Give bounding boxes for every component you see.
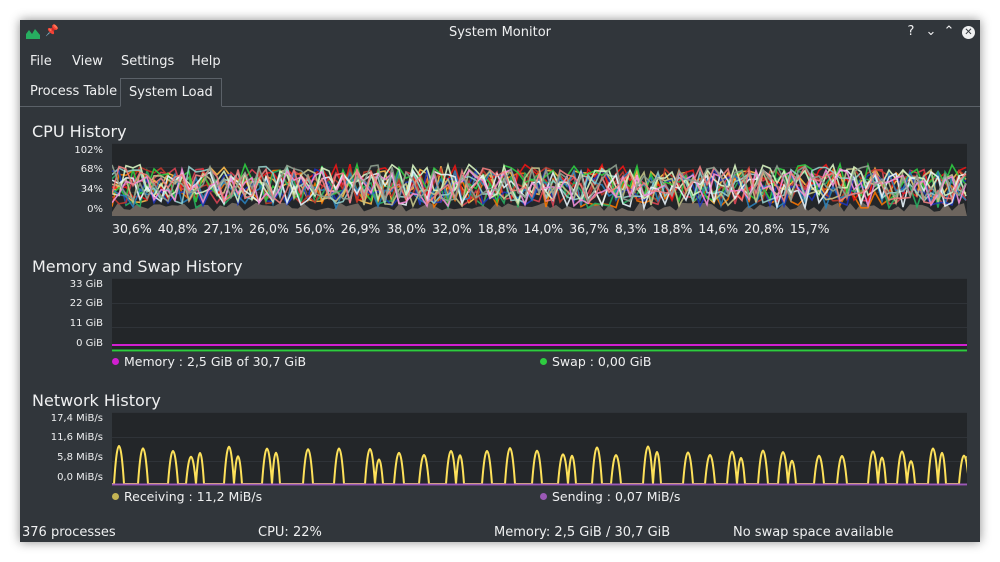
network-history-plot — [112, 412, 967, 486]
cpu-legend-item: 26,9% — [341, 221, 381, 236]
network-history-title: Network History — [32, 391, 161, 410]
cpu-legend-value: 26,0% — [249, 221, 289, 236]
close-button[interactable]: ✕ — [962, 26, 975, 39]
cpu-legend-item: 18,8% — [653, 221, 693, 236]
tab-process-table[interactable]: Process Table — [22, 78, 125, 105]
cpu-legend-value: 56,0% — [294, 221, 335, 236]
cpu-ytick: 102% — [74, 145, 103, 156]
cpu-legend-value: 14,0% — [523, 221, 564, 236]
cpu-legend-value: 27,1% — [203, 221, 244, 236]
swap-legend: Swap : 0,00 GiB — [540, 354, 651, 369]
cpu-legend-value: 38,0% — [386, 221, 427, 236]
cpu-legend-value: 36,7% — [569, 221, 609, 236]
window-title: System Monitor — [448, 25, 552, 40]
receiving-series-line — [112, 445, 967, 485]
receiving-legend: Receiving : 11,2 MiB/s — [112, 489, 262, 504]
cpu-legend-value: 30,6% — [112, 221, 152, 236]
sending-legend: Sending : 0,07 MiB/s — [540, 489, 680, 504]
cpu-legend-value: 15,7% — [789, 221, 830, 236]
cpu-legend-item: 14,6% — [698, 221, 738, 236]
status-bar: 376 processes CPU: 22% Memory: 2,5 GiB /… — [20, 522, 980, 542]
status-cpu: CPU: 22% — [258, 525, 322, 540]
menu-view[interactable]: View — [72, 54, 103, 69]
memory-ytick: 11 GiB — [69, 318, 103, 329]
cpu-legend-item: 15,7% — [790, 221, 830, 236]
receiving-legend-label: Receiving : 11,2 MiB/s — [124, 489, 263, 504]
status-memory: Memory: 2,5 GiB / 30,7 GiB — [494, 525, 671, 540]
cpu-legend-item: 56,0% — [295, 221, 335, 236]
status-processes: 376 processes — [22, 525, 116, 540]
maximize-button[interactable]: ⌃ — [942, 24, 956, 39]
cpu-legend-value: 40,8% — [157, 221, 198, 236]
menu-bar: File View Settings Help — [20, 48, 980, 74]
memory-ytick: 0 GiB — [76, 338, 103, 349]
system-monitor-window: 📌 System Monitor ? ⌄ ⌃ ✕ File View Setti… — [20, 20, 980, 542]
memory-history-title: Memory and Swap History — [32, 257, 243, 276]
memory-legend: Memory : 2,5 GiB of 30,7 GiB — [112, 354, 306, 369]
cpu-ytick: 0% — [87, 204, 103, 215]
tab-system-load[interactable]: System Load — [120, 78, 222, 107]
network-ytick: 5,8 MiB/s — [57, 452, 103, 463]
memory-history-plot — [112, 278, 967, 352]
cpu-legend-value: 18,8% — [652, 221, 693, 236]
swap-legend-label: Swap : 0,00 GiB — [552, 354, 652, 369]
cpu-legend-item: 8,3% — [615, 221, 647, 236]
cpu-legend-value: 18,8% — [477, 221, 518, 236]
cpu-legend-item: 38,0% — [386, 221, 426, 236]
sending-legend-label: Sending : 0,07 MiB/s — [552, 489, 681, 504]
cpu-legend-value: 8,3% — [614, 221, 647, 236]
memory-legend-dot — [112, 358, 119, 365]
cpu-legend-value: 32,0% — [432, 221, 472, 236]
sending-legend-dot — [540, 493, 547, 500]
swap-legend-dot — [540, 358, 547, 365]
cpu-legend-item: 20,8% — [744, 221, 784, 236]
status-swap: No swap space available — [733, 525, 894, 540]
cpu-legend-item: 40,8% — [158, 221, 198, 236]
cpu-legend-item: 36,7% — [569, 221, 609, 236]
cpu-legend-item: 14,0% — [523, 221, 563, 236]
title-bar[interactable]: 📌 System Monitor ? ⌄ ⌃ ✕ — [20, 20, 980, 46]
cpu-legend: 30,6% 40,8% 27,1% 26,0% 56,0% 26,9% 38,0% 32,0%… — [112, 221, 972, 236]
cpu-legend-item: 18,8% — [478, 221, 518, 236]
cpu-ytick: 68% — [80, 164, 103, 175]
menu-file[interactable]: File — [30, 54, 52, 69]
cpu-ytick: 34% — [80, 184, 103, 195]
cpu-legend-item: 27,1% — [203, 221, 243, 236]
cpu-history-title: CPU History — [32, 122, 127, 141]
cpu-legend-item: 30,6% — [112, 221, 152, 236]
memory-ytick: 22 GiB — [69, 298, 103, 309]
tab-bar: Process Table System Load — [20, 78, 980, 107]
network-ytick: 11,6 MiB/s — [50, 432, 103, 443]
network-ytick: 17,4 MiB/s — [50, 413, 103, 424]
cpu-legend-item: 32,0% — [432, 221, 472, 236]
network-ytick: 0,0 MiB/s — [57, 472, 103, 483]
cpu-legend-value: 26,9% — [340, 221, 381, 236]
cpu-area — [112, 202, 967, 216]
cpu-legend-item: 26,0% — [249, 221, 289, 236]
menu-settings[interactable]: Settings — [121, 54, 174, 69]
help-button[interactable]: ? — [904, 24, 918, 39]
receiving-legend-dot — [112, 493, 119, 500]
memory-legend-label: Memory : 2,5 GiB of 30,7 GiB — [124, 354, 307, 369]
cpu-legend-value: 20,8% — [744, 221, 784, 236]
cpu-history-plot — [112, 143, 967, 216]
menu-help[interactable]: Help — [191, 54, 221, 69]
minimize-button[interactable]: ⌄ — [924, 24, 938, 39]
cpu-legend-value: 14,6% — [698, 221, 739, 236]
memory-ytick: 33 GiB — [69, 279, 103, 290]
